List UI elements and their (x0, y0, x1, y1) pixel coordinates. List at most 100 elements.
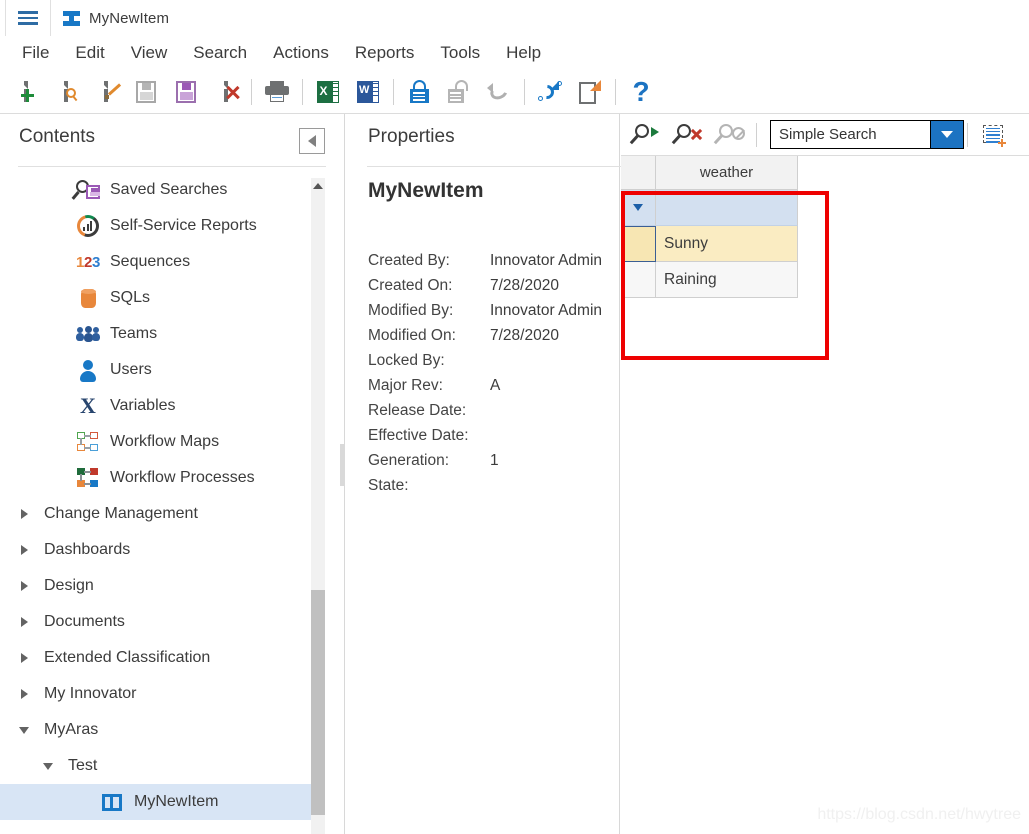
tree-item-sqls[interactable]: SQLs (0, 280, 320, 316)
properties-panel: Properties MyNewItem Created By: Innovat… (346, 114, 622, 834)
delete-item-button[interactable] (206, 74, 246, 110)
disable-search-button[interactable] (709, 118, 751, 152)
tree-item-users[interactable]: Users (0, 352, 320, 388)
property-row: Created By: Innovator Admin (368, 252, 622, 277)
copy-button[interactable] (570, 74, 610, 110)
tree-folder-test[interactable]: Test (0, 748, 320, 784)
tree-item-label: Design (44, 577, 94, 594)
tree-item-self-service-reports[interactable]: Self-Service Reports (0, 208, 320, 244)
menu-reports[interactable]: Reports (342, 41, 428, 65)
tree-item-variables[interactable]: X Variables (0, 388, 320, 424)
promote-button[interactable] (530, 74, 570, 110)
row-selector-cell[interactable] (621, 262, 656, 298)
scrollbar-thumb[interactable] (311, 590, 325, 815)
tree-folder-myaras[interactable]: MyAras (0, 712, 320, 748)
chevron-right-icon[interactable] (14, 576, 34, 596)
database-cylinder-icon (76, 286, 100, 310)
chevron-right-icon[interactable] (14, 612, 34, 632)
grid-row-raining[interactable]: Raining (621, 262, 1029, 298)
save-unlock-button[interactable] (166, 74, 206, 110)
chevron-right-icon[interactable] (14, 540, 34, 560)
search-mode-dropdown-button[interactable] (930, 121, 963, 148)
contents-header: Contents (0, 114, 345, 166)
tree-item-label: My Innovator (44, 685, 137, 702)
filter-toggle-cell[interactable] (621, 190, 656, 226)
print-button[interactable] (257, 74, 297, 110)
menu-view[interactable]: View (118, 41, 181, 65)
tree-folder-extended-classification[interactable]: Extended Classification (0, 640, 320, 676)
help-button[interactable]: ? (621, 74, 661, 110)
unlock-button[interactable] (439, 74, 479, 110)
row-selector-cell[interactable] (621, 226, 656, 262)
menu-tools[interactable]: Tools (427, 41, 493, 65)
chevron-right-icon[interactable] (14, 648, 34, 668)
numbers-123-icon: 123 (75, 253, 101, 271)
search-disabled-icon (713, 123, 745, 146)
tree-item-label: Saved Searches (110, 181, 228, 198)
tree-folder-dashboards[interactable]: Dashboards (0, 532, 320, 568)
cell-weather[interactable]: Sunny (656, 226, 798, 262)
property-key: Generation: (368, 452, 449, 469)
tab-mynewitem[interactable]: MyNewItem (51, 0, 184, 36)
main-menu-button[interactable] (5, 0, 51, 36)
scroll-up-button[interactable] (311, 178, 325, 194)
promote-arrow-icon (537, 80, 562, 104)
tree-folder-design[interactable]: Design (0, 568, 320, 604)
document-plus-icon (21, 80, 34, 102)
properties-item-name: MyNewItem (368, 179, 484, 202)
menu-search[interactable]: Search (180, 41, 260, 65)
cell-weather[interactable]: Raining (656, 262, 798, 298)
new-item-button[interactable] (6, 74, 46, 110)
search-item-button[interactable] (46, 74, 86, 110)
menu-actions[interactable]: Actions (260, 41, 342, 65)
run-search-button[interactable] (625, 118, 667, 152)
tab-label: MyNewItem (89, 9, 170, 27)
tree-item-teams[interactable]: Teams (0, 316, 320, 352)
tree-folder-documents[interactable]: Documents (0, 604, 320, 640)
collapse-contents-button[interactable] (299, 128, 325, 154)
main-toolbar: X W ? (0, 70, 1029, 114)
property-row: Generation: 1 (368, 452, 622, 477)
undo-button[interactable] (479, 74, 519, 110)
export-word-button[interactable]: W (348, 74, 388, 110)
question-mark-icon: ? (632, 75, 650, 107)
property-key: Created On: (368, 277, 453, 294)
document-pencil-icon (104, 80, 122, 102)
undo-arrow-icon (487, 81, 511, 102)
lock-button[interactable] (399, 74, 439, 110)
menu-file[interactable]: File (9, 41, 62, 65)
contents-panel: Contents Saved Searches Self-Service Rep… (0, 114, 345, 834)
edit-item-button[interactable] (86, 74, 126, 110)
tree-item-workflow-processes[interactable]: Workflow Processes (0, 460, 320, 496)
contents-scrollbar[interactable] (311, 178, 325, 834)
grid-corner-cell[interactable] (621, 156, 656, 190)
chevron-down-icon[interactable] (38, 756, 58, 776)
tree-folder-change-management[interactable]: Change Management (0, 496, 320, 532)
tree-item-saved-searches[interactable]: Saved Searches (0, 172, 320, 208)
export-excel-button[interactable]: X (308, 74, 348, 110)
save-item-button[interactable] (126, 74, 166, 110)
search-clear-icon (671, 123, 703, 146)
menu-edit[interactable]: Edit (62, 41, 117, 65)
tree-item-workflow-maps[interactable]: Workflow Maps (0, 424, 320, 460)
grid-filter-row[interactable] (621, 190, 1029, 226)
document-delete-icon (224, 80, 240, 102)
tree-folder-my-innovator[interactable]: My Innovator (0, 676, 320, 712)
filter-input-cell[interactable] (656, 190, 798, 226)
grid-column-weather[interactable]: weather (656, 156, 798, 190)
chevron-right-icon[interactable] (14, 504, 34, 524)
menu-help[interactable]: Help (493, 41, 554, 65)
grid-row-sunny[interactable]: Sunny (621, 226, 1029, 262)
property-value: Innovator Admin (490, 302, 603, 319)
copy-document-icon (579, 79, 601, 104)
search-results-panel: weather Sunny Raining (621, 114, 1029, 834)
chevron-right-icon[interactable] (14, 684, 34, 704)
panel-splitter[interactable] (340, 444, 345, 486)
new-row-button[interactable] (973, 118, 1015, 152)
clear-search-button[interactable] (667, 118, 709, 152)
property-row: Major Rev: A (368, 377, 622, 402)
chevron-down-icon[interactable] (14, 720, 34, 740)
tree-item-mynewitem[interactable]: MyNewItem (0, 784, 320, 820)
search-mode-select[interactable]: Simple Search (770, 120, 964, 149)
tree-item-sequences[interactable]: 123 Sequences (0, 244, 320, 280)
